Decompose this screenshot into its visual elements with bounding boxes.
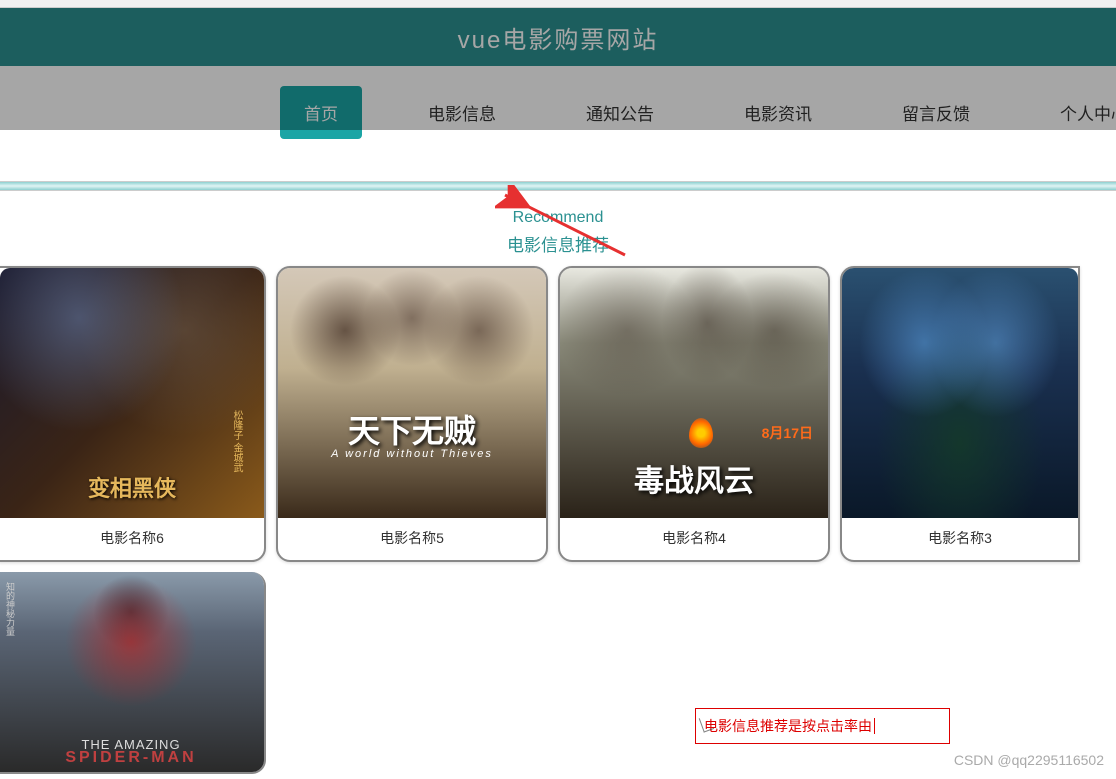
movie-grid: 松隆子 金城武 变相黑侠 电影名称6 天下无贼 A world without … [0,266,1116,774]
movie-title: 电影名称5 [278,518,546,560]
movie-card[interactable]: 8月17日 毒战风云 电影名称4 [558,266,830,562]
movie-title: 电影名称6 [0,518,264,560]
nav-area: 首页 电影信息 通知公告 电影资讯 留言反馈 个人中心 后台管 [0,66,1116,151]
movie-poster: 天下无贼 A world without Thieves [278,268,546,518]
annotation-text: 电影信息推荐是按点击率由 [704,716,872,736]
nav-notice[interactable]: 通知公告 [562,86,678,139]
text-cursor [874,718,875,734]
nav-profile[interactable]: 个人中心 [1036,86,1116,139]
main-nav: 首页 电影信息 通知公告 电影资讯 留言反馈 个人中心 后台管 [0,86,1116,139]
movie-card[interactable]: 松隆子 金城武 变相黑侠 电影名称6 [0,266,266,562]
movie-poster: 8月17日 毒战风云 [560,268,828,518]
movie-title: 电影名称4 [560,518,828,560]
section-title-cn: 电影信息推荐 [0,231,1116,256]
movie-poster: 松隆子 金城武 变相黑侠 [0,268,264,518]
annotation-box[interactable]: 电影信息推荐是按点击率由 [695,708,950,744]
nav-home[interactable]: 首页 [280,86,362,139]
movie-poster: 知的神秘力量 THE AMAZING SPIDER-MAN [0,572,264,772]
section-title: Recommend 电影信息推荐 [0,209,1116,256]
movie-title: 电影名称3 [842,518,1078,560]
movie-poster [842,268,1078,518]
fire-icon [689,418,713,448]
site-title: vue电影购票网站 [458,20,659,55]
nav-movie-info[interactable]: 电影信息 [404,86,520,139]
bookmark-bar [0,0,1116,8]
divider [0,181,1116,191]
section-title-en: Recommend [0,209,1116,227]
nav-feedback[interactable]: 留言反馈 [878,86,994,139]
movie-card[interactable]: 电影名称3 [840,266,1080,562]
nav-news[interactable]: 电影资讯 [720,86,836,139]
site-header: vue电影购票网站 [0,8,1116,66]
movie-card[interactable]: 知的神秘力量 THE AMAZING SPIDER-MAN [0,572,266,774]
movie-card[interactable]: 天下无贼 A world without Thieves 电影名称5 [276,266,548,562]
watermark: CSDN @qq2295116502 [954,752,1104,768]
